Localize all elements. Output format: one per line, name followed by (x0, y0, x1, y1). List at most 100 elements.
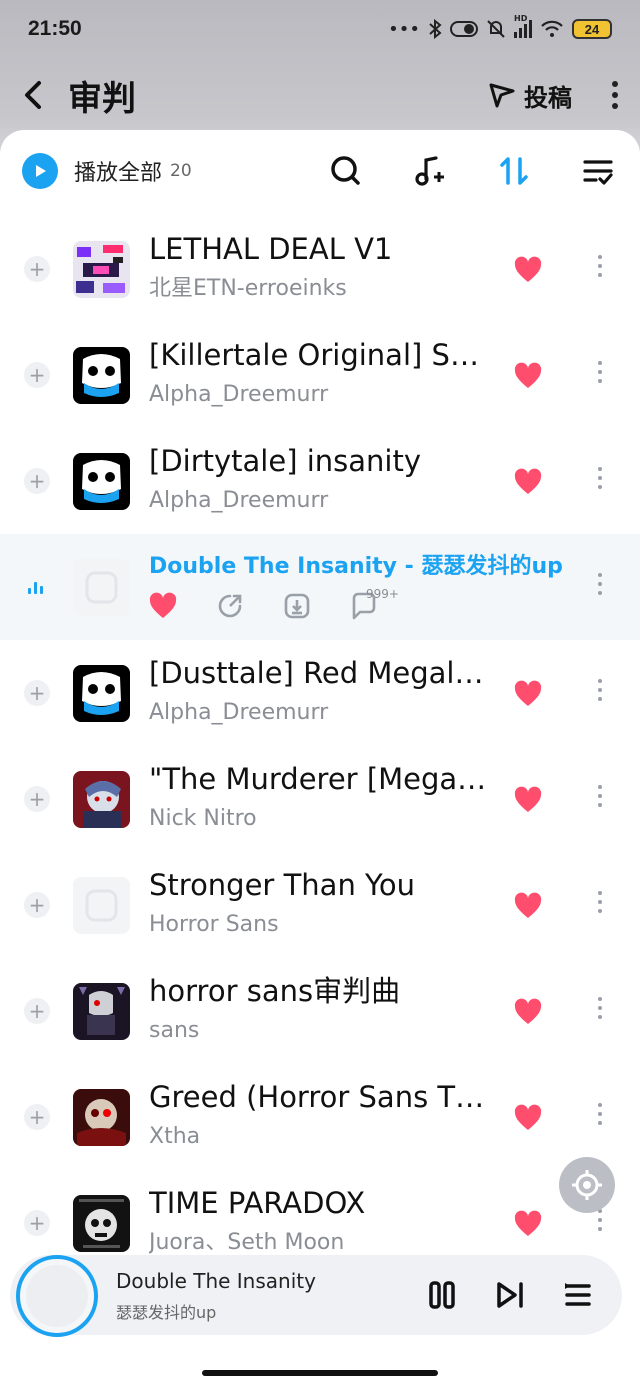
like-button[interactable] (513, 468, 543, 496)
song-more-button[interactable] (598, 679, 602, 701)
play-all-label[interactable]: 播放全部 (74, 155, 162, 187)
sort-button[interactable] (494, 151, 534, 191)
song-row[interactable]: + Greed (Horror Sans T… Xtha (0, 1064, 640, 1170)
song-more-button[interactable] (598, 361, 602, 383)
status-time: 21:50 (28, 17, 82, 40)
post-button[interactable]: 投稿 (488, 78, 572, 113)
song-artist: Alpha_Dreemurr (149, 700, 329, 725)
mini-player-cover[interactable] (16, 1255, 98, 1337)
playlist-panel: 播放全部 20 + LETHAL DEAL V1 北星ETN-erroeinks + [… (0, 130, 640, 1387)
song-row[interactable]: + "The Murderer [Mega… Nick Nitro (0, 746, 640, 852)
song-list: + LETHAL DEAL V1 北星ETN-erroeinks + [Killerta… (0, 216, 640, 1276)
pause-icon (429, 1281, 455, 1309)
song-more-button[interactable] (598, 997, 602, 1019)
add-to-queue-button[interactable]: + (24, 1210, 50, 1236)
song-title: horror sans审判曲 (149, 974, 401, 1008)
add-to-queue-button[interactable]: + (24, 468, 50, 494)
add-to-queue-button[interactable]: + (24, 362, 50, 388)
song-artist: Juora、Seth Moon (149, 1230, 345, 1255)
song-more-button[interactable] (598, 785, 602, 807)
manage-button[interactable] (578, 151, 618, 191)
heart-icon (513, 1210, 543, 1238)
song-row[interactable]: + Stronger Than You Horror Sans (0, 852, 640, 958)
like-button[interactable] (513, 892, 543, 920)
add-music-button[interactable] (410, 151, 450, 191)
share-button[interactable] (216, 592, 244, 620)
song-artist: Nick Nitro (149, 806, 257, 831)
heart-icon (513, 680, 543, 708)
status-bar: 21:50 ••• HD 24 (0, 0, 640, 58)
song-cover (73, 240, 130, 298)
song-more-button[interactable] (598, 573, 602, 595)
like-button[interactable] (149, 592, 177, 620)
like-button[interactable] (513, 786, 543, 814)
song-row[interactable]: + [Dusttale] Red Megal… Alpha_Dreemurr (0, 640, 640, 746)
add-to-queue-button[interactable]: + (24, 256, 50, 282)
heart-icon (513, 468, 543, 496)
back-button[interactable] (22, 75, 52, 115)
sort-icon (500, 157, 528, 185)
cover-placeholder (26, 1265, 88, 1327)
header-more-button[interactable] (612, 81, 618, 109)
song-title: [Dirtytale] insanity (149, 444, 422, 478)
add-to-queue-button[interactable]: + (24, 786, 50, 812)
toggle-icon (450, 21, 478, 37)
song-title: LETHAL DEAL V1 (149, 232, 393, 266)
song-row[interactable]: + [Killertale Original] S… Alpha_Dreemurr (0, 322, 640, 428)
song-more-button[interactable] (598, 1209, 602, 1231)
queue-icon (565, 1283, 591, 1306)
send-icon (489, 83, 515, 108)
song-artist: Xtha (149, 1124, 201, 1149)
add-to-queue-button[interactable]: + (24, 1104, 50, 1130)
song-more-button[interactable] (598, 891, 602, 913)
music-add-icon (415, 156, 444, 186)
song-row-playing[interactable]: Double The Insanity - 瑟瑟发抖的up 999+ (0, 534, 640, 640)
song-more-button[interactable] (598, 467, 602, 489)
download-button[interactable] (283, 592, 311, 620)
like-button[interactable] (513, 256, 543, 284)
mini-player-title: Double The Insanity (116, 1269, 316, 1293)
heart-icon (148, 592, 178, 620)
add-to-queue-button[interactable]: + (24, 998, 50, 1024)
heart-icon (513, 362, 543, 390)
like-button[interactable] (513, 680, 543, 708)
song-row[interactable]: + horror sans审判曲 sans (0, 958, 640, 1064)
add-to-queue-button[interactable]: + (24, 892, 50, 918)
song-cover (73, 664, 130, 722)
song-artist: 北星ETN-erroeinks (149, 276, 347, 301)
next-icon (497, 1282, 523, 1308)
heart-icon (513, 786, 543, 814)
locate-current-button[interactable] (559, 1157, 615, 1213)
like-button[interactable] (513, 1104, 543, 1132)
like-button[interactable] (513, 362, 543, 390)
add-to-queue-button[interactable]: + (24, 680, 50, 706)
download-icon (284, 593, 310, 619)
wifi-icon (541, 20, 563, 37)
next-button[interactable] (494, 1279, 526, 1311)
heart-icon (513, 998, 543, 1026)
pause-button[interactable] (426, 1279, 458, 1311)
heart-icon (513, 1104, 543, 1132)
song-row[interactable]: + [Dirtytale] insanity Alpha_Dreemurr (0, 428, 640, 534)
mute-bell-icon (487, 20, 505, 38)
song-cover (73, 982, 130, 1040)
search-button[interactable] (326, 151, 366, 191)
song-artist: sans (149, 1018, 200, 1043)
mini-player[interactable]: Double The Insanity 瑟瑟发抖的up (10, 1255, 622, 1337)
home-indicator[interactable] (202, 1370, 438, 1376)
like-button[interactable] (513, 1210, 543, 1238)
play-all-button[interactable] (22, 153, 58, 189)
bluetooth-icon (429, 19, 442, 39)
like-button[interactable] (513, 998, 543, 1026)
battery-icon: 24 (572, 19, 612, 39)
song-row[interactable]: + LETHAL DEAL V1 北星ETN-erroeinks (0, 216, 640, 322)
song-more-button[interactable] (598, 255, 602, 277)
mini-player-artist: 瑟瑟发抖的up (116, 1303, 217, 1322)
song-artist: Alpha_Dreemurr (149, 488, 329, 513)
play-icon (36, 165, 46, 177)
chevron-left-icon (25, 81, 41, 109)
song-title: Stronger Than You (149, 868, 416, 902)
queue-button[interactable] (562, 1279, 594, 1311)
comment-count: 999+ (366, 587, 399, 601)
song-more-button[interactable] (598, 1103, 602, 1125)
